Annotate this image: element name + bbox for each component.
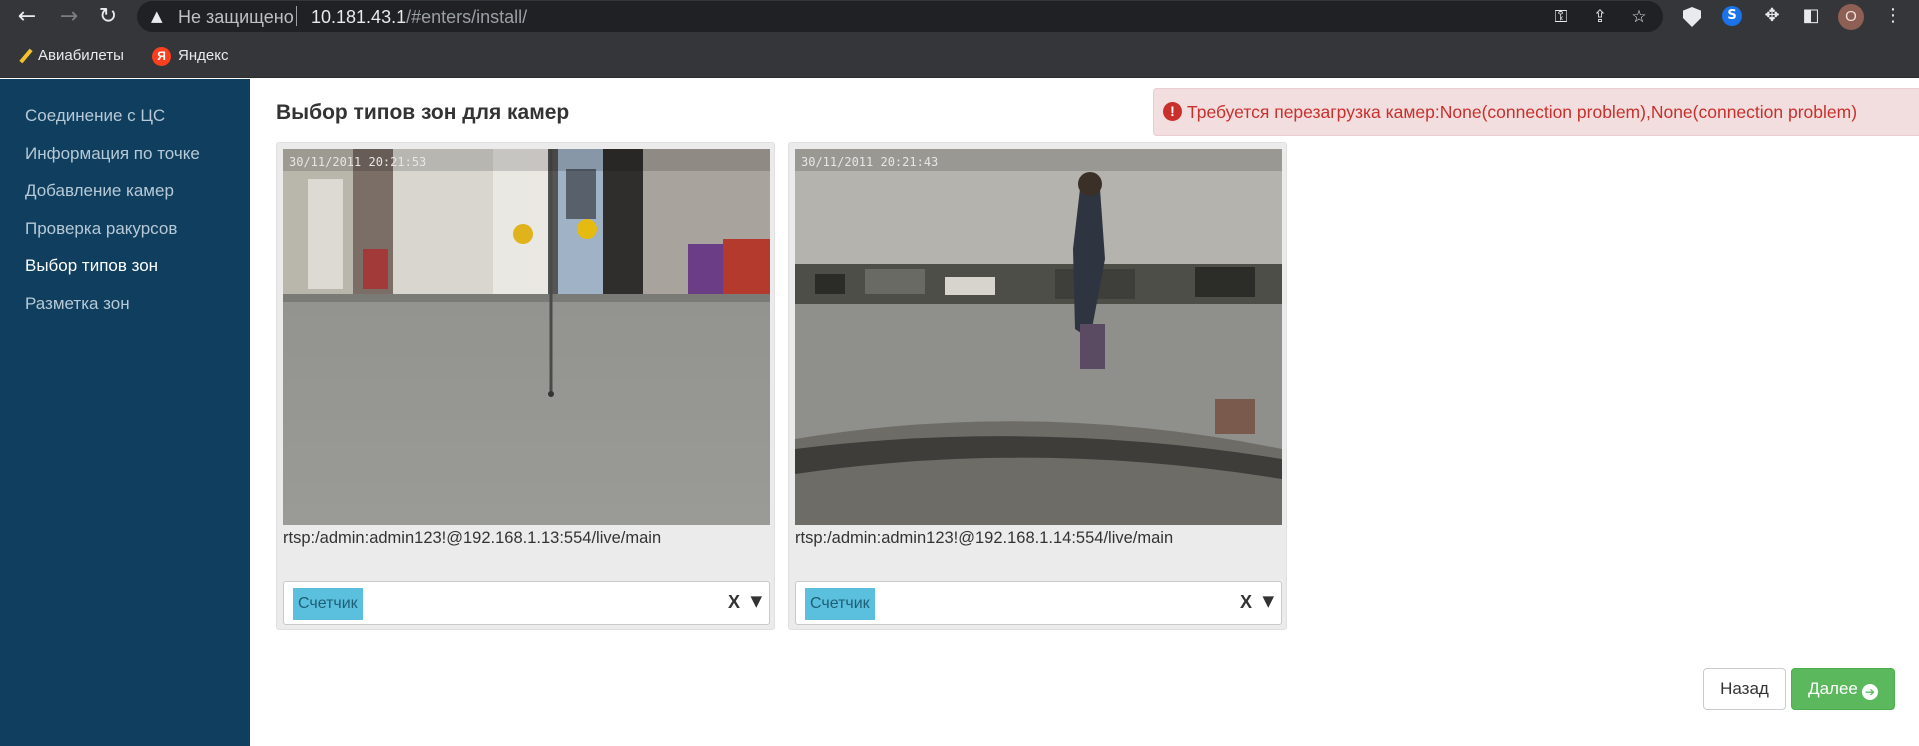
key-icon[interactable]: ⚿	[1549, 6, 1573, 28]
profile-avatar[interactable]: O	[1838, 4, 1864, 30]
page-title: Выбор типов зон для камер	[276, 101, 570, 124]
camera-timestamp: 30/11/2011 20:21:43	[801, 155, 938, 169]
zone-type-select[interactable]: Счетчик X ▼	[283, 581, 770, 625]
clear-selection-button[interactable]: X	[1240, 592, 1252, 613]
bookmark-label: Яндекс	[178, 47, 229, 64]
yandex-icon: Я	[152, 46, 171, 66]
kebab-menu-icon[interactable]: ⋮	[1880, 3, 1906, 29]
security-status[interactable]: Не защищено	[178, 7, 294, 28]
address-bar[interactable]: ▲ Не защищено 10.181.43.1/#enters/instal…	[137, 1, 1663, 32]
camera-timestamp: 30/11/2011 20:21:53	[289, 155, 426, 169]
pen-icon	[19, 48, 33, 64]
sidebar: Соединение с ЦС Информация по точке Доба…	[0, 79, 250, 746]
sync-extension-icon[interactable]: S	[1722, 6, 1742, 26]
sidepanel-icon[interactable]: ◧	[1798, 3, 1824, 29]
bookmark-yandex[interactable]: Я Яндекс	[152, 45, 228, 67]
puzzle-icon[interactable]: ✥	[1759, 3, 1785, 29]
camera-preview: 30/11/2011 20:21:53	[283, 149, 770, 525]
zone-tag[interactable]: Счетчик	[805, 588, 875, 620]
chevron-down-icon[interactable]: ▼	[1262, 592, 1274, 610]
zone-tag[interactable]: Счетчик	[293, 588, 363, 620]
sidebar-item-zone-types[interactable]: Выбор типов зон	[25, 256, 158, 276]
next-button[interactable]: Далее ➔	[1791, 668, 1895, 710]
clear-selection-button[interactable]: X	[728, 592, 740, 613]
back-arrow-icon[interactable]: ←	[12, 2, 42, 32]
camera-card: 30/11/2011 20:21:43 rtsp:/admin:admin123…	[788, 142, 1287, 630]
chevron-down-icon[interactable]: ▼	[750, 592, 762, 610]
sidebar-item-check-angles[interactable]: Проверка ракурсов	[25, 219, 177, 239]
bookmark-aviabilety[interactable]: Авиабилеты	[18, 45, 124, 67]
camera-preview: 30/11/2011 20:21:43	[795, 149, 1282, 525]
share-icon[interactable]: ⇪	[1588, 6, 1612, 28]
camera-url: rtsp:/admin:admin123!@192.168.1.13:554/l…	[283, 529, 662, 547]
bookmarks-bar: Авиабилеты Я Яндекс	[0, 33, 1919, 78]
browser-toolbar: ← → ↻ ▲ Не защищено 10.181.43.1/#enters/…	[0, 0, 1919, 33]
alert-text: Требуется перезагрузка камер:None(connec…	[1187, 102, 1858, 122]
sidebar-item-point-info[interactable]: Информация по точке	[25, 144, 200, 164]
reload-icon[interactable]: ↻	[93, 2, 123, 32]
camera-url: rtsp:/admin:admin123!@192.168.1.14:554/l…	[795, 529, 1174, 547]
next-button-label: Далее	[1808, 679, 1858, 698]
sidebar-item-zone-markup[interactable]: Разметка зон	[25, 294, 130, 314]
exclamation-icon: !	[1163, 102, 1182, 121]
url-host: 10.181.43.1	[311, 7, 407, 27]
url-text[interactable]: 10.181.43.1/#enters/install/	[311, 7, 527, 28]
bookmark-label: Авиабилеты	[38, 47, 124, 64]
star-icon[interactable]: ☆	[1627, 6, 1651, 28]
arrow-circle-right-icon: ➔	[1861, 684, 1878, 700]
camera-preview-image: 30/11/2011 20:21:43	[795, 149, 1282, 525]
warning-triangle-icon[interactable]: ▲	[151, 7, 163, 25]
zone-type-select[interactable]: Счетчик X ▼	[795, 581, 1282, 625]
address-separator	[296, 6, 297, 26]
shield-extension-icon[interactable]	[1683, 7, 1701, 27]
forward-arrow-icon[interactable]: →	[54, 2, 84, 32]
sidebar-item-connection[interactable]: Соединение с ЦС	[25, 106, 165, 126]
sidebar-item-add-cameras[interactable]: Добавление камер	[25, 181, 174, 201]
url-path: /#enters/install/	[406, 7, 528, 27]
error-alert: ! Требуется перезагрузка камер:None(conn…	[1153, 88, 1919, 136]
camera-preview-image: 30/11/2011 20:21:53	[283, 149, 770, 525]
camera-card: 30/11/2011 20:21:53 rtsp:/admin:admin123…	[276, 142, 775, 630]
back-button[interactable]: Назад	[1703, 668, 1786, 710]
